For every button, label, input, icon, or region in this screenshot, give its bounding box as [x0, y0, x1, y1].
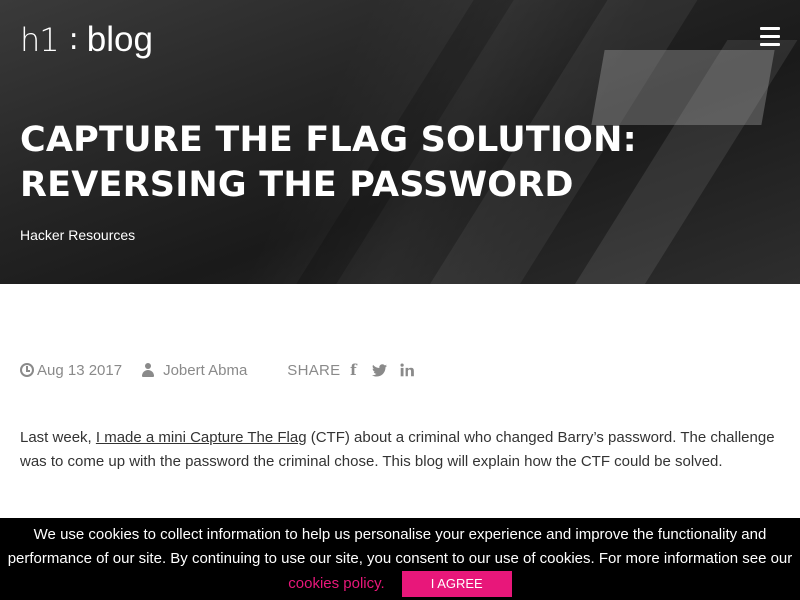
- facebook-icon[interactable]: f: [348, 361, 358, 379]
- post-author: Jobert Abma: [142, 362, 247, 379]
- logo-text: blog: [86, 20, 153, 59]
- share-section: SHARE f: [287, 361, 415, 379]
- menu-bar: [760, 35, 780, 38]
- hamburger-menu-icon[interactable]: [760, 27, 780, 49]
- cookies-policy-link[interactable]: cookies policy.: [288, 575, 384, 592]
- page-title: Capture the Flag Solution: Reversing the…: [20, 118, 720, 208]
- page-title-line-2: Reversing the Password: [20, 165, 574, 205]
- cookie-consent-bar: We use cookies to collect information to…: [0, 518, 800, 600]
- cookie-message: We use cookies to collect information to…: [7, 526, 793, 567]
- menu-bar: [760, 27, 780, 30]
- site-logo[interactable]: h1 : blog: [20, 20, 153, 60]
- ctf-link[interactable]: I made a mini Capture The Flag: [96, 429, 307, 446]
- user-icon: [142, 363, 156, 377]
- article-intro: Last week, I made a mini Capture The Fla…: [20, 426, 780, 474]
- post-date: Aug 13 2017: [20, 362, 122, 379]
- menu-bar: [760, 43, 780, 46]
- page-title-line-1: Capture the Flag Solution:: [20, 120, 637, 160]
- article-intro-text: Last week,: [20, 429, 96, 446]
- share-label: SHARE: [287, 361, 341, 379]
- agree-button[interactable]: I agree: [401, 571, 512, 597]
- logo-separator: :: [68, 22, 79, 57]
- logo-mark: h1: [20, 21, 60, 59]
- category-link[interactable]: Hacker Resources: [20, 227, 135, 243]
- hero-background-light: [591, 50, 775, 125]
- twitter-icon[interactable]: [372, 363, 388, 377]
- post-date-text: Aug 13 2017: [37, 361, 123, 379]
- linkedin-icon[interactable]: [400, 363, 415, 377]
- post-author-name: Jobert Abma: [163, 361, 248, 379]
- clock-icon: [20, 363, 34, 377]
- hero-banner: h1 : blog Capture the Flag Solution: Rev…: [0, 0, 800, 284]
- post-meta: Aug 13 2017 Jobert Abma SHARE f: [20, 361, 415, 379]
